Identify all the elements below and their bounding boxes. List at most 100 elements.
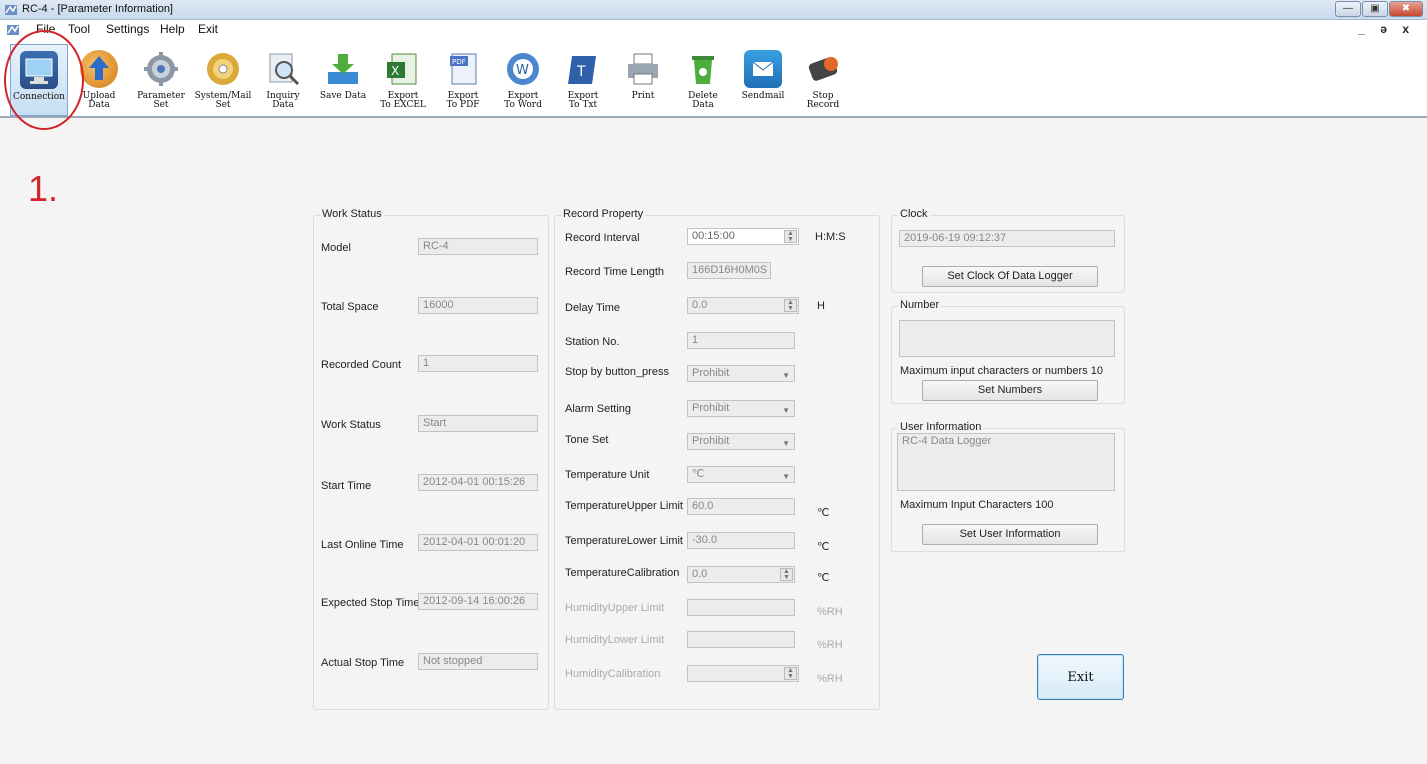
title-bar: RC-4 - [Parameter Information] — ▣ ✖ (0, 0, 1427, 20)
humidity-upper-limit-field[interactable] (687, 599, 795, 616)
temperature-lower-unit: ℃ (817, 541, 830, 553)
delay-time-field[interactable]: 0.0 ▲ ▼ (687, 297, 799, 314)
app-menu-icon[interactable] (6, 23, 20, 37)
parameter-set-button[interactable]: Parameter Set (132, 44, 190, 116)
menu-settings[interactable]: Settings (106, 22, 149, 36)
humidity-upper-unit: %RH (817, 606, 843, 618)
delay-time-spinner[interactable]: ▲ ▼ (784, 299, 797, 312)
svg-text:W: W (516, 63, 529, 78)
temperature-calibration-unit: ℃ (817, 572, 830, 584)
humidity-lower-unit: %RH (817, 639, 843, 651)
gear-icon (142, 50, 180, 88)
humidity-lower-limit-field[interactable] (687, 631, 795, 648)
temperature-calibration-spinner[interactable]: ▲ ▼ (780, 568, 793, 581)
tone-set-select[interactable]: Prohibit ▼ (687, 433, 795, 450)
start-time-field[interactable]: 2012-04-01 00:15:26 (418, 474, 538, 491)
export-word-button[interactable]: W Export To Word (494, 44, 552, 116)
humidity-calibration-unit: %RH (817, 673, 843, 685)
trash-icon (684, 50, 722, 88)
model-field[interactable]: RC-4 (418, 238, 538, 255)
humidity-upper-limit-label: HumidityUpper Limit (565, 602, 665, 614)
record-time-length-field[interactable]: 166D16H0M0S (687, 262, 771, 279)
clock-field[interactable]: 2019-06-19 09:12:37 (899, 230, 1115, 247)
pdf-icon: PDF (444, 50, 482, 88)
temperature-lower-limit-label: TemperatureLower Limit (565, 535, 683, 547)
user-information-field[interactable]: RC-4 Data Logger (897, 433, 1115, 491)
station-no-label: Station No. (565, 336, 620, 348)
work-status-group: Work Status Model RC-4 Total Space 16000… (313, 208, 549, 710)
record-property-title: Record Property (561, 208, 646, 220)
start-time-label: Start Time (321, 480, 372, 492)
export-excel-button[interactable]: X Export To EXCEL (374, 44, 432, 116)
chevron-down-icon: ▼ (782, 371, 790, 380)
annotation-circle (4, 30, 84, 130)
total-space-field[interactable]: 16000 (418, 297, 538, 314)
alarm-setting-label: Alarm Setting (565, 403, 632, 415)
user-information-title: User Information (898, 421, 984, 433)
clock-title: Clock (898, 208, 930, 220)
humidity-calibration-spinner[interactable]: ▲ ▼ (784, 667, 797, 680)
chevron-down-icon: ▼ (782, 439, 790, 448)
minimize-button[interactable]: — (1335, 1, 1361, 17)
record-interval-spinner[interactable]: ▲ ▼ (784, 230, 797, 243)
save-arrow-icon (324, 50, 362, 88)
record-interval-unit: H:M:S (815, 231, 846, 243)
sendmail-button[interactable]: Sendmail (734, 44, 792, 116)
temperature-unit-select[interactable]: ℃ ▼ (687, 466, 795, 483)
menu-help[interactable]: Help (160, 22, 185, 36)
toolbar: Connection Upload Data Parameter Set Sys… (0, 40, 1427, 118)
inquiry-data-button[interactable]: Inquiry Data (254, 44, 312, 116)
app-icon (5, 5, 17, 15)
save-data-button[interactable]: Save Data (314, 44, 372, 116)
work-status-label: Work Status (321, 419, 381, 431)
stop-record-button[interactable]: Stop Record (794, 44, 852, 116)
svg-text:PDF: PDF (452, 58, 466, 66)
delete-data-button[interactable]: Delete Data (674, 44, 732, 116)
temperature-upper-limit-label: TemperatureUpper Limit (565, 500, 683, 512)
system-mail-set-button[interactable]: System/Mail Set (194, 44, 252, 116)
number-group: Number Maximum input characters or numbe… (891, 299, 1125, 404)
last-online-time-field[interactable]: 2012-04-01 00:01:20 (418, 534, 538, 551)
number-hint: Maximum input characters or numbers 10 (900, 365, 1103, 377)
record-time-length-label: Record Time Length (565, 266, 665, 278)
delay-time-label: Delay Time (565, 302, 621, 314)
print-button[interactable]: Print (614, 44, 672, 116)
station-no-field[interactable]: 1 (687, 332, 795, 349)
export-txt-button[interactable]: T Export To Txt (554, 44, 612, 116)
model-label: Model (321, 242, 351, 254)
number-title: Number (898, 299, 942, 311)
printer-icon (624, 50, 662, 88)
record-interval-field[interactable]: 00:15:00 ▲ ▼ (687, 228, 799, 245)
step-number: 1. (28, 168, 59, 209)
actual-stop-time-field[interactable]: Not stopped (418, 653, 538, 670)
mail-icon (744, 50, 782, 88)
window-title: RC-4 - [Parameter Information] (22, 3, 173, 15)
txt-icon: T (564, 50, 602, 88)
work-status-field[interactable]: Start (418, 415, 538, 432)
close-button[interactable]: ✖ (1389, 1, 1423, 17)
stop-by-button-select[interactable]: Prohibit ▼ (687, 365, 795, 382)
alarm-setting-select[interactable]: Prohibit ▼ (687, 400, 795, 417)
exit-button[interactable]: Exit (1037, 654, 1124, 700)
expected-stop-time-field[interactable]: 2012-09-14 16:00:26 (418, 593, 538, 610)
set-numbers-button[interactable]: Set Numbers (922, 380, 1098, 401)
humidity-calibration-label: HumidityCalibration (565, 668, 661, 680)
set-user-information-button[interactable]: Set User Information (922, 524, 1098, 545)
temperature-calibration-field[interactable]: 0.0 ▲ ▼ (687, 566, 795, 583)
set-clock-button[interactable]: Set Clock Of Data Logger (922, 266, 1098, 287)
menu-exit[interactable]: Exit (198, 22, 218, 36)
export-pdf-button[interactable]: PDF Export To PDF (434, 44, 492, 116)
tone-set-label: Tone Set (565, 434, 609, 446)
humidity-calibration-field[interactable]: ▲ ▼ (687, 665, 799, 682)
maximize-button[interactable]: ▣ (1362, 1, 1388, 17)
user-information-hint: Maximum Input Characters 100 (900, 499, 1054, 511)
menu-tool[interactable]: Tool (68, 22, 90, 36)
user-information-group: User Information RC-4 Data Logger Maximu… (891, 421, 1125, 552)
number-field[interactable] (899, 320, 1115, 357)
recorded-count-field[interactable]: 1 (418, 355, 538, 372)
total-space-label: Total Space (321, 301, 379, 313)
mdi-window-controls[interactable]: _ ə x (1358, 22, 1415, 36)
stop-by-button-label: Stop by button_press (565, 366, 669, 378)
temperature-upper-limit-field[interactable]: 60.0 (687, 498, 795, 515)
temperature-lower-limit-field[interactable]: -30.0 (687, 532, 795, 549)
